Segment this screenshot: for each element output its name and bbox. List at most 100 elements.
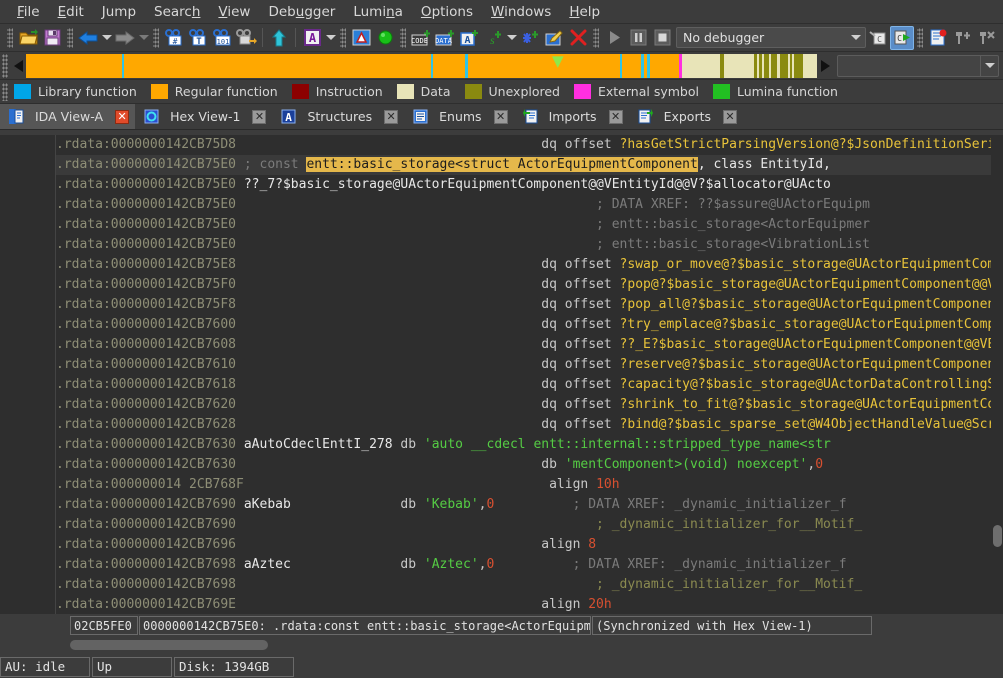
horizontal-scroll-thumb[interactable] [70, 640, 268, 650]
disassembly-line[interactable]: .rdata:0000000142CB7600 dq offset ?try_e… [56, 315, 1003, 335]
disassembly-line[interactable]: .rdata:0000000142CB75E0 ??_7?$basic_stor… [56, 175, 1003, 195]
navigation-strip[interactable]: ▼ [26, 53, 817, 78]
disassembly-code[interactable]: .rdata:0000000142CB75D8 dq offset ?hasGe… [56, 135, 1003, 614]
make-data-icon[interactable]: DATA [433, 26, 457, 50]
make-struct-icon[interactable]: s [481, 26, 505, 50]
debugger-select[interactable]: No debugger [676, 27, 866, 48]
menu-item-jump[interactable]: Jump [93, 2, 145, 22]
close-icon[interactable]: ✕ [252, 109, 267, 124]
disassembly-line[interactable]: .rdata:0000000142CB75E0 ; entt::basic_st… [56, 215, 1003, 235]
legend-grip[interactable] [2, 82, 8, 101]
vertical-scrollbar[interactable] [991, 135, 1003, 614]
toolbar-grip-6[interactable] [593, 27, 599, 48]
tab-enums[interactable]: Enums ✕ [404, 104, 514, 129]
search-next-icon[interactable] [234, 26, 258, 50]
menu-item-edit[interactable]: Edit [49, 2, 93, 22]
make-struct-dropdown-icon[interactable] [505, 26, 518, 50]
chevron-down-icon[interactable] [980, 55, 998, 76]
close-icon[interactable]: ✕ [384, 109, 399, 124]
disassembly-line[interactable]: .rdata:0000000142CB75D8 dq offset ?hasGe… [56, 135, 1003, 155]
disassembly-line[interactable]: .rdata:0000000142CB7610 dq offset ?reser… [56, 355, 1003, 375]
make-function-icon[interactable] [518, 26, 542, 50]
menu-item-options[interactable]: Options [412, 2, 482, 22]
disassembly-line[interactable]: .rdata:0000000142CB7630 aAutoCdeclEnttI_… [56, 435, 1003, 455]
disassembly-line[interactable]: .rdata:0000000142CB7690 ; _dynamic_initi… [56, 515, 1003, 535]
edit-function-icon[interactable] [542, 26, 566, 50]
tab-structures[interactable]: A Structures ✕ [272, 104, 405, 129]
disassembly-line[interactable]: .rdata:0000000142CB7620 dq offset ?shrin… [56, 395, 1003, 415]
save-icon[interactable] [40, 26, 64, 50]
legend-swatch [464, 84, 482, 99]
undefine-icon[interactable] [566, 26, 590, 50]
toolbar-grip-5[interactable] [400, 27, 406, 48]
disassembly-line[interactable]: .rdata:0000000142CB7630 db 'mentComponen… [56, 455, 1003, 475]
disassembly-line[interactable]: .rdata:0000000142CB7698 aAztec db 'Aztec… [56, 555, 1003, 575]
menu-item-lumina[interactable]: Lumina [344, 2, 412, 22]
pause-icon[interactable] [626, 26, 650, 50]
close-icon[interactable]: ✕ [115, 109, 130, 124]
add-breakpoint-icon[interactable] [950, 26, 974, 50]
string-style-dropdown-icon[interactable] [324, 26, 337, 50]
menu-item-view[interactable]: View [209, 2, 259, 22]
disassembly-line[interactable]: .rdata:000000014 2CB768F align 10h [56, 475, 1003, 495]
open-folder-icon[interactable] [16, 26, 40, 50]
tab-ida-view-a[interactable]: IDA View-A ✕ [0, 104, 136, 129]
nav-combo[interactable] [837, 54, 999, 77]
back-dropdown-icon[interactable] [100, 26, 113, 50]
close-icon[interactable]: ✕ [608, 109, 623, 124]
breakpoints-icon[interactable] [926, 26, 950, 50]
make-string-icon[interactable]: A [457, 26, 481, 50]
string-style-icon[interactable]: A [300, 26, 324, 50]
disassembly-line[interactable]: .rdata:0000000142CB7608 dq offset ??_E?$… [56, 335, 1003, 355]
lumina-status-icon[interactable] [373, 26, 397, 50]
nav-scroll-left-icon[interactable] [10, 53, 26, 79]
search-binary-icon[interactable]: # [162, 26, 186, 50]
run-icon[interactable] [602, 26, 626, 50]
string-token: 'mentComponent>(void) noexcept' [564, 457, 808, 472]
attach-process-icon[interactable]: C [890, 25, 914, 50]
disassembly-line[interactable]: .rdata:0000000142CB75F8 dq offset ?pop_a… [56, 295, 1003, 315]
disassembly-line[interactable]: .rdata:0000000142CB769E align 20h [56, 595, 1003, 614]
navband-grip[interactable] [2, 53, 8, 78]
disassembly-line[interactable]: .rdata:0000000142CB7690 aKebab db 'Kebab… [56, 495, 1003, 515]
disassembly-line[interactable]: .rdata:0000000142CB7628 dq offset ?bind@… [56, 415, 1003, 435]
graph-view-icon[interactable] [349, 26, 373, 50]
disassembly-line[interactable]: .rdata:0000000142CB7698 ; _dynamic_initi… [56, 575, 1003, 595]
nav-scroll-right-icon[interactable] [817, 53, 833, 79]
chevron-down-icon[interactable] [847, 35, 865, 40]
toolbar-grip-3[interactable] [153, 27, 159, 48]
disassembly-line[interactable]: .rdata:0000000142CB75E0 ; const entt::ba… [56, 155, 1003, 175]
menu-item-help[interactable]: Help [560, 2, 609, 22]
search-immediate-icon[interactable]: 101 [210, 26, 234, 50]
disassembly-line[interactable]: .rdata:0000000142CB75E0 ; DATA XREF: ??$… [56, 195, 1003, 215]
delete-breakpoint-icon[interactable] [974, 26, 998, 50]
toolbar-grip-2[interactable] [67, 27, 73, 48]
disassembly-line[interactable]: .rdata:0000000142CB7696 align 8 [56, 535, 1003, 555]
make-code-icon[interactable]: CODE [409, 26, 433, 50]
menu-item-windows[interactable]: Windows [482, 2, 560, 22]
tab-imports[interactable]: Imports ✕ [513, 104, 629, 129]
tab-exports[interactable]: Exports ✕ [628, 104, 743, 129]
close-icon[interactable]: ✕ [493, 109, 508, 124]
disassembly-line[interactable]: .rdata:0000000142CB75F0 dq offset ?pop@?… [56, 275, 1003, 295]
back-arrow-icon[interactable] [76, 26, 100, 50]
disassembly-line[interactable]: .rdata:0000000142CB75E0 ; entt::basic_st… [56, 235, 1003, 255]
breakpoint-gutter[interactable] [0, 135, 56, 614]
menu-item-search[interactable]: Search [145, 2, 209, 22]
tab-hex-view-1[interactable]: Hex View-1 ✕ [135, 104, 273, 129]
menu-item-file[interactable]: File [8, 2, 49, 22]
toolbar-grip-4[interactable] [340, 27, 346, 48]
menu-item-debugger[interactable]: Debugger [259, 2, 344, 22]
jump-up-icon[interactable] [267, 26, 291, 50]
stop-icon[interactable] [650, 26, 674, 50]
detach-process-icon[interactable]: C [866, 26, 890, 50]
close-icon[interactable]: ✕ [723, 109, 737, 124]
disassembly-line[interactable]: .rdata:0000000142CB7618 dq offset ?capac… [56, 375, 1003, 395]
toolbar-grip-7[interactable] [917, 27, 923, 48]
disassembly-line[interactable]: .rdata:0000000142CB75E8 dq offset ?swap_… [56, 255, 1003, 275]
forward-arrow-icon[interactable] [113, 26, 137, 50]
search-text-icon[interactable]: T [186, 26, 210, 50]
disassembly-view[interactable]: .rdata:0000000142CB75D8 dq offset ?hasGe… [0, 135, 1003, 614]
toolbar-grip[interactable] [7, 27, 13, 48]
vertical-scroll-thumb[interactable] [993, 525, 1002, 547]
